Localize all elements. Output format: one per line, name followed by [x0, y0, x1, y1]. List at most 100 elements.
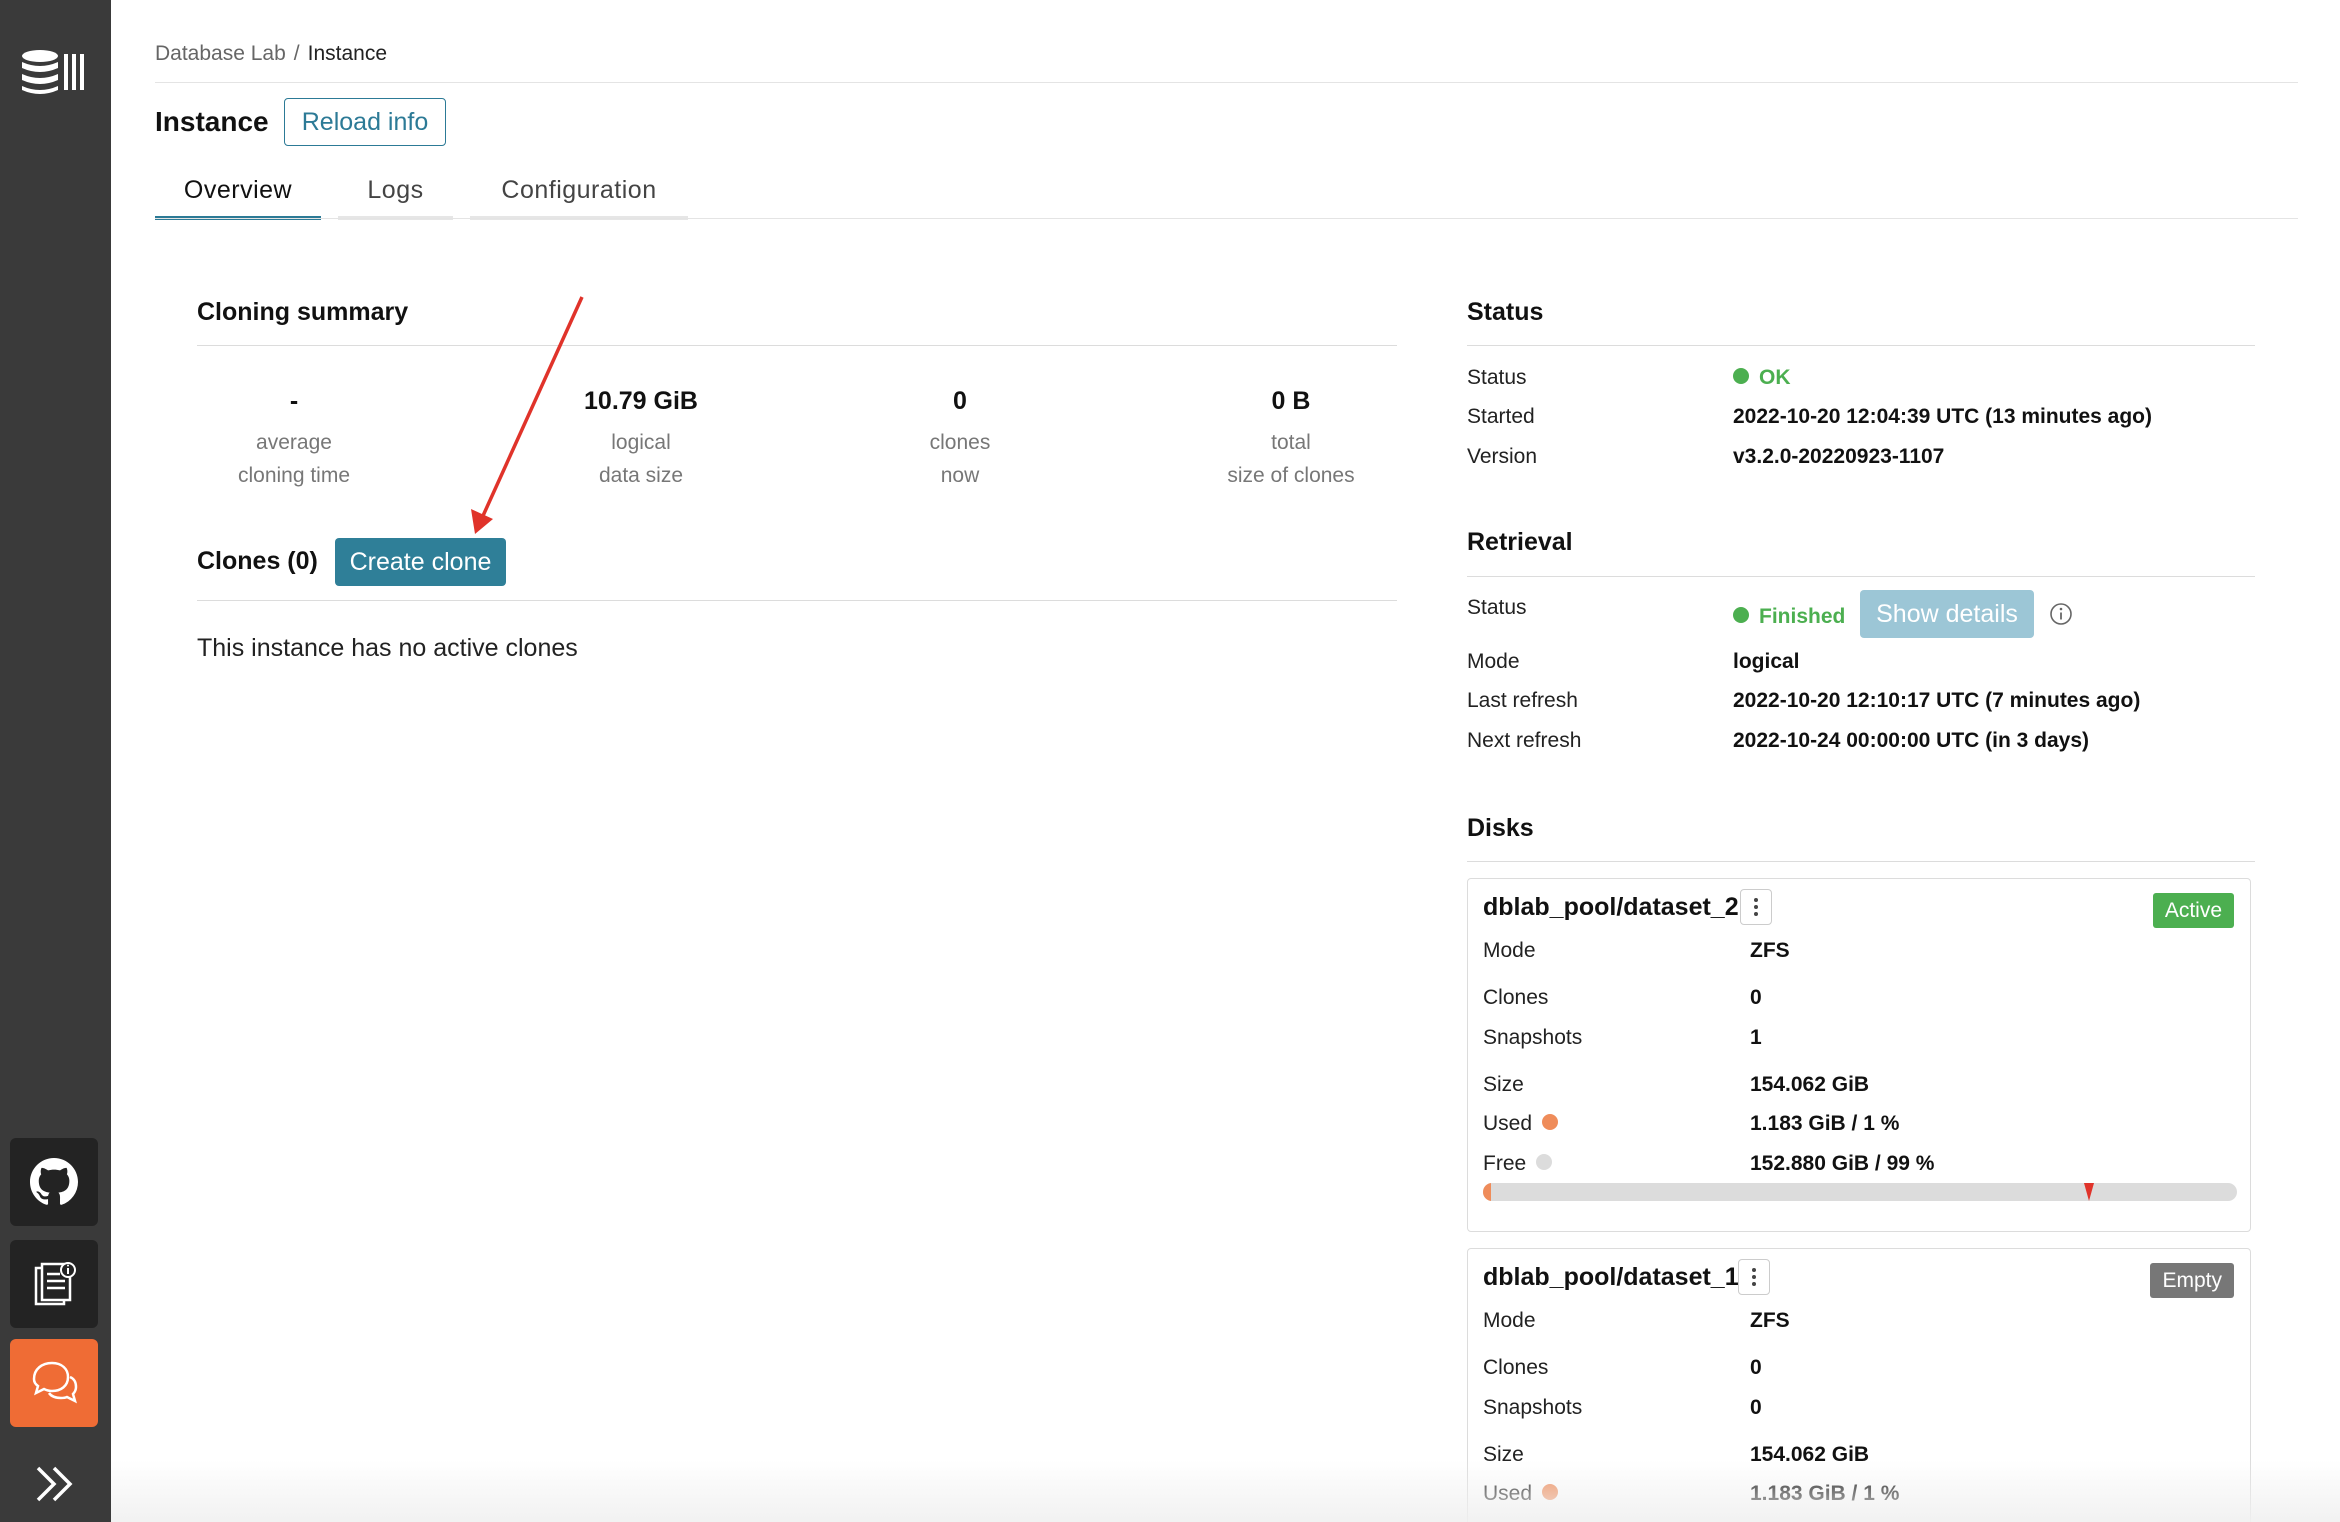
reload-info-button[interactable]: Reload info — [284, 98, 446, 146]
mode-value: logical — [1733, 650, 1800, 673]
disk-snapshots-label: Snapshots — [1483, 1026, 1583, 1049]
tab-overview[interactable]: Overview — [155, 160, 321, 220]
github-button[interactable] — [10, 1138, 98, 1226]
stat-label-line: total — [1271, 431, 1311, 454]
stat-average-cloning-time: - average cloning time — [184, 386, 404, 492]
stat-label: clones now — [850, 426, 1070, 492]
expand-sidebar-button[interactable] — [10, 1440, 98, 1522]
disk-snapshots-value: 0 — [1750, 1396, 1762, 1419]
stat-value: - — [289, 387, 299, 415]
retrieval-status-value: Finished — [1733, 605, 1845, 629]
disk-mode-value: ZFS — [1750, 1309, 1790, 1332]
divider — [197, 345, 1397, 346]
more-vertical-icon — [1752, 1268, 1756, 1286]
main-content: Database Lab / Instance Instance Reload in… — [111, 0, 2340, 1522]
stat-label-line: average — [256, 431, 332, 454]
empty-clones-message: This instance has no active clones — [197, 634, 578, 662]
last-refresh-value: 2022-10-20 12:10:17 UTC (7 minutes ago) — [1733, 689, 2141, 712]
usage-marker-icon — [2084, 1183, 2094, 1201]
free-dot-icon — [1536, 1154, 1553, 1171]
divider — [1467, 345, 2255, 346]
version-value: v3.2.0-20220923-1107 — [1733, 445, 1945, 468]
disk-used-label: Used — [1483, 1482, 1568, 1506]
disk-mode-label: Mode — [1483, 939, 1536, 962]
disk-clones-label: Clones — [1483, 1356, 1549, 1379]
disk-menu-button[interactable] — [1738, 1259, 1770, 1295]
stat-label-line: clones — [929, 431, 991, 454]
tab-label: Configuration — [501, 175, 657, 204]
stat-label: logical data size — [531, 426, 751, 492]
create-clone-button[interactable]: Create clone — [335, 538, 506, 586]
tab-label: Logs — [367, 175, 424, 204]
used-label-text: Used — [1483, 1482, 1533, 1505]
disk-card: dblab_pool/dataset_2 Active Mode ZFS Clo… — [1467, 878, 2251, 1232]
started-label: Started — [1467, 405, 1535, 428]
started-value: 2022-10-20 12:04:39 UTC (13 minutes ago) — [1733, 405, 2153, 428]
status-badge: Active — [2152, 893, 2234, 928]
mode-label: Mode — [1467, 650, 1520, 673]
next-refresh-value: 2022-10-24 00:00:00 UTC (in 3 days) — [1733, 729, 2090, 752]
disk-name: dblab_pool/dataset_1 — [1483, 1263, 1739, 1291]
chat-icon — [32, 1361, 78, 1404]
divider — [155, 218, 2298, 219]
disk-used-value: 1.183 GiB / 1 % — [1750, 1112, 1900, 1135]
stat-value: 0 — [953, 387, 967, 415]
disk-free-label: Free — [1483, 1152, 1562, 1176]
info-icon[interactable] — [2048, 601, 2074, 627]
status-label: Status — [1467, 366, 1527, 389]
last-refresh-label: Last refresh — [1467, 689, 1578, 712]
show-details-button[interactable]: Show details — [1860, 590, 2034, 638]
disk-clones-value: 0 — [1750, 1356, 1762, 1379]
tab-label: Overview — [183, 175, 293, 204]
disk-size-label: Size — [1483, 1443, 1524, 1466]
divider — [1467, 861, 2255, 862]
stat-label-line: logical — [611, 431, 671, 454]
cloning-summary-title: Cloning summary — [197, 298, 409, 326]
retrieval-status-text: Finished — [1759, 605, 1846, 628]
stat-total-size-of-clones: 0 B total size of clones — [1181, 386, 1401, 492]
disk-size-value: 154.062 GiB — [1750, 1073, 1870, 1096]
stat-label-line: cloning time — [237, 464, 351, 487]
free-label-text: Free — [1483, 1152, 1527, 1175]
status-value: OK — [1733, 366, 1791, 390]
more-vertical-icon — [1754, 898, 1758, 916]
version-label: Version — [1467, 445, 1538, 468]
disk-name: dblab_pool/dataset_2 — [1483, 893, 1739, 921]
retrieval-title: Retrieval — [1467, 528, 1573, 556]
disk-used-value: 1.183 GiB / 1 % — [1750, 1482, 1900, 1505]
divider — [197, 600, 1397, 601]
breadcrumb-parent[interactable]: Database Lab — [155, 42, 286, 65]
tab-logs[interactable]: Logs — [338, 160, 453, 220]
finished-dot-icon — [1733, 607, 1749, 624]
stat-label: average cloning time — [184, 426, 404, 492]
clones-title: Clones (0) — [197, 547, 318, 575]
stat-label-line: now — [940, 464, 980, 487]
database-logo-icon[interactable] — [20, 48, 88, 96]
stat-label: total size of clones — [1181, 426, 1401, 492]
divider — [155, 82, 2298, 83]
tab-configuration[interactable]: Configuration — [470, 160, 688, 220]
disk-menu-button[interactable] — [1740, 889, 1772, 925]
used-label-text: Used — [1483, 1112, 1533, 1135]
divider — [1467, 576, 2255, 577]
stat-label-line: data size — [598, 464, 684, 487]
retrieval-status-label: Status — [1467, 596, 1527, 619]
used-dot-icon — [1541, 1114, 1558, 1131]
disk-mode-label: Mode — [1483, 1309, 1536, 1332]
stat-clones-now: 0 clones now — [850, 386, 1070, 492]
breadcrumb-separator: / — [293, 42, 300, 65]
breadcrumb-current: Instance — [307, 42, 388, 65]
page-title: Instance — [155, 106, 269, 137]
chat-button[interactable] — [10, 1339, 98, 1427]
used-dot-icon — [1541, 1484, 1558, 1501]
docs-icon — [34, 1262, 76, 1306]
docs-button[interactable] — [10, 1240, 98, 1328]
stat-label-line: size of clones — [1227, 464, 1355, 487]
disk-used-label: Used — [1483, 1112, 1568, 1136]
disk-snapshots-value: 1 — [1750, 1026, 1762, 1049]
disk-size-value: 154.062 GiB — [1750, 1443, 1870, 1466]
github-icon — [30, 1158, 78, 1205]
ok-dot-icon — [1733, 368, 1749, 385]
disk-card: dblab_pool/dataset_1 Empty Mode ZFS Clon… — [1467, 1248, 2251, 1522]
status-text: OK — [1759, 366, 1791, 389]
